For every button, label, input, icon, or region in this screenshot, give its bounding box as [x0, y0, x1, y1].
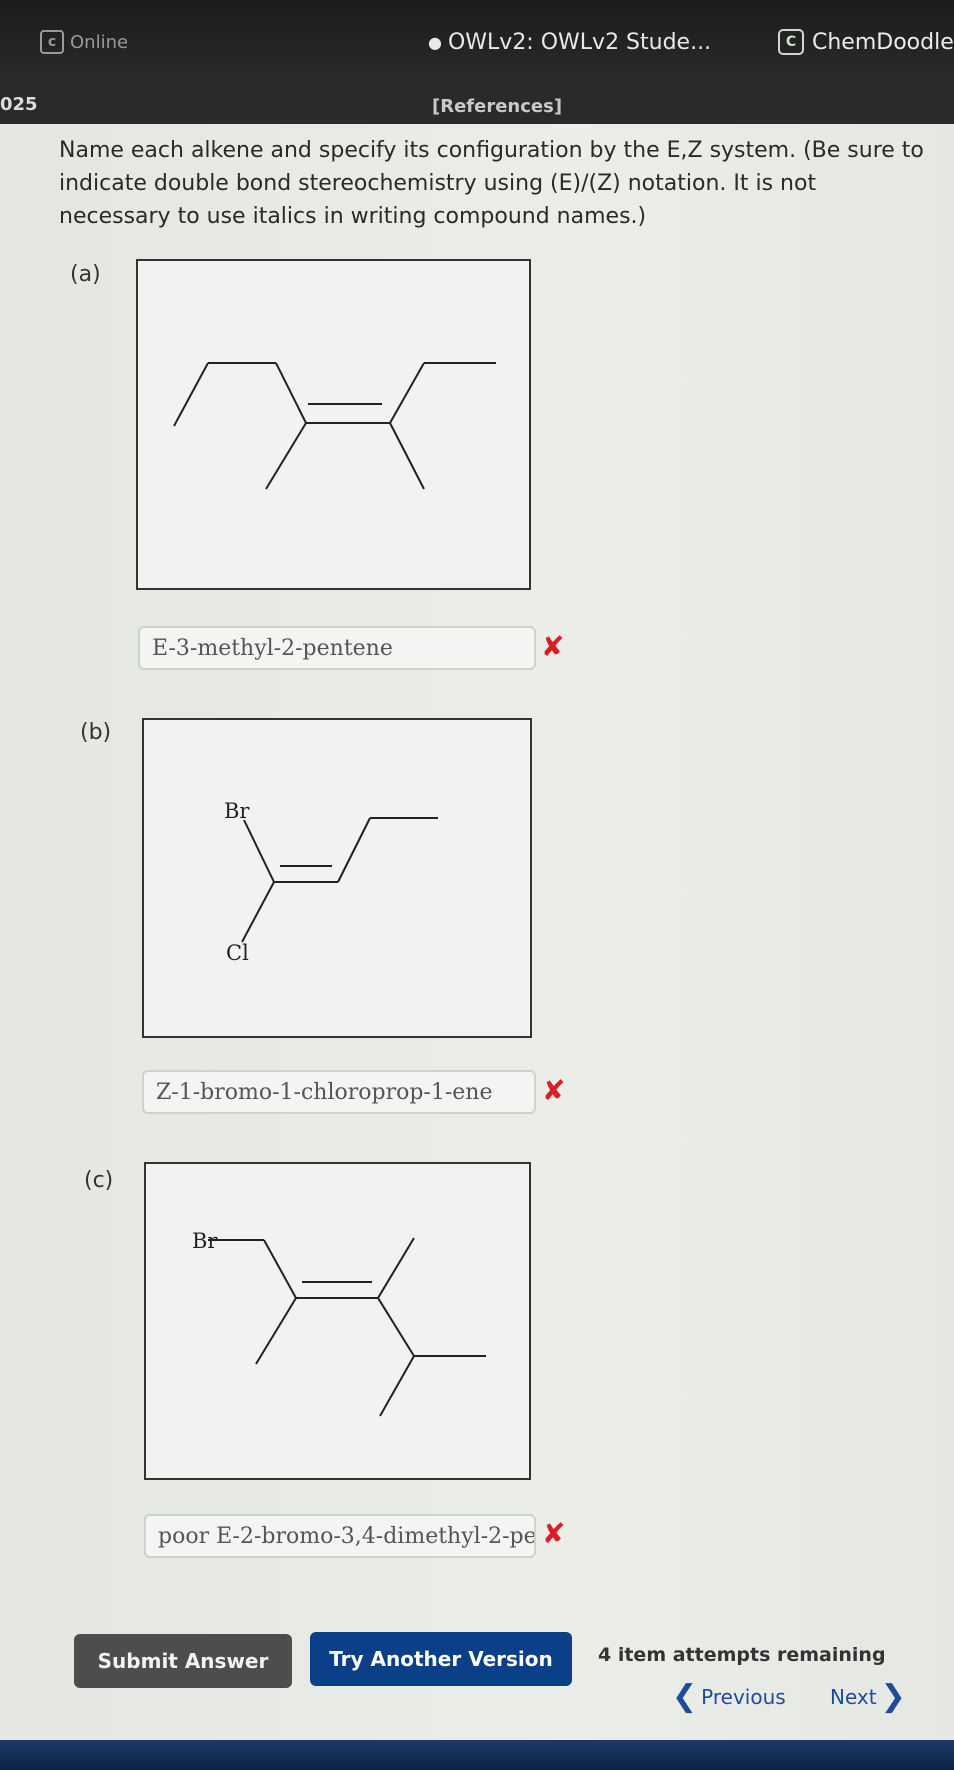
atom-label-br: Br	[192, 1229, 218, 1253]
tab-online[interactable]: c Online	[40, 28, 128, 56]
structure-a-box	[136, 259, 531, 590]
bond	[337, 817, 371, 883]
next-button[interactable]: Next ❯	[830, 1682, 906, 1712]
x-mark-icon: ✘	[542, 1517, 566, 1550]
answer-field-a[interactable]: E-3-methyl-2-pentene	[138, 626, 536, 670]
bond	[389, 422, 425, 490]
submit-answer-button[interactable]: Submit Answer	[74, 1634, 292, 1688]
x-mark-icon: ✘	[541, 630, 565, 663]
next-label: Next	[830, 1685, 877, 1709]
owl-icon: ●	[428, 32, 442, 52]
x-mark-icon: ✘	[542, 1074, 566, 1107]
structure-b-drawing: Br Cl	[224, 799, 438, 965]
chevron-left-icon: ❮	[672, 1679, 698, 1714]
year-label: 025	[0, 94, 38, 115]
answer-field-c[interactable]: poor E-2-bromo-3,4-dimethyl-2-pe	[144, 1514, 536, 1558]
c-logo-icon: c	[40, 30, 64, 54]
bond	[389, 362, 425, 424]
atom-label-br: Br	[224, 799, 250, 823]
tab-online-label: Online	[70, 31, 129, 53]
previous-label: Previous	[701, 1685, 786, 1709]
chevron-right-icon: ❯	[880, 1679, 906, 1714]
footer-bar	[0, 1740, 954, 1770]
tab-owl-label: OWLv2: OWLv2 Stude...	[447, 29, 712, 55]
answer-field-b[interactable]: Z-1-bromo-1-chloroprop-1-ene	[142, 1070, 536, 1114]
bond	[265, 422, 307, 490]
part-c-label: (c)	[84, 1168, 114, 1193]
structure-c-box: Br	[144, 1162, 531, 1480]
chemdoodle-icon: C	[778, 29, 804, 55]
bond	[255, 1297, 297, 1365]
bond	[377, 1297, 415, 1357]
question-instructions: Name each alkene and specify its configu…	[59, 138, 924, 229]
bond	[379, 1355, 415, 1417]
part-b-label: (b)	[80, 720, 112, 745]
bond	[243, 819, 275, 883]
structure-a-drawing	[173, 362, 496, 490]
bond	[275, 362, 307, 424]
structure-b-box: Br Cl	[142, 718, 532, 1038]
structure-c-drawing: Br	[192, 1229, 486, 1417]
atom-label-cl: Cl	[226, 941, 249, 965]
tab-owl[interactable]: ● OWLv2: OWLv2 Stude...	[428, 28, 711, 56]
part-a-label: (a)	[70, 262, 101, 287]
tab-chemdoodle[interactable]: C ChemDoodle	[778, 26, 954, 58]
bond	[241, 881, 275, 943]
previous-button[interactable]: ❮ Previous	[672, 1682, 786, 1712]
bond	[263, 1239, 297, 1299]
try-another-version-button[interactable]: Try Another Version	[310, 1632, 572, 1686]
tab-chem-label: ChemDoodle	[812, 29, 954, 55]
bond	[173, 362, 209, 427]
references-link[interactable]: [References]	[432, 96, 562, 117]
bond	[377, 1237, 415, 1299]
attempts-remaining: 4 item attempts remaining	[598, 1644, 886, 1666]
